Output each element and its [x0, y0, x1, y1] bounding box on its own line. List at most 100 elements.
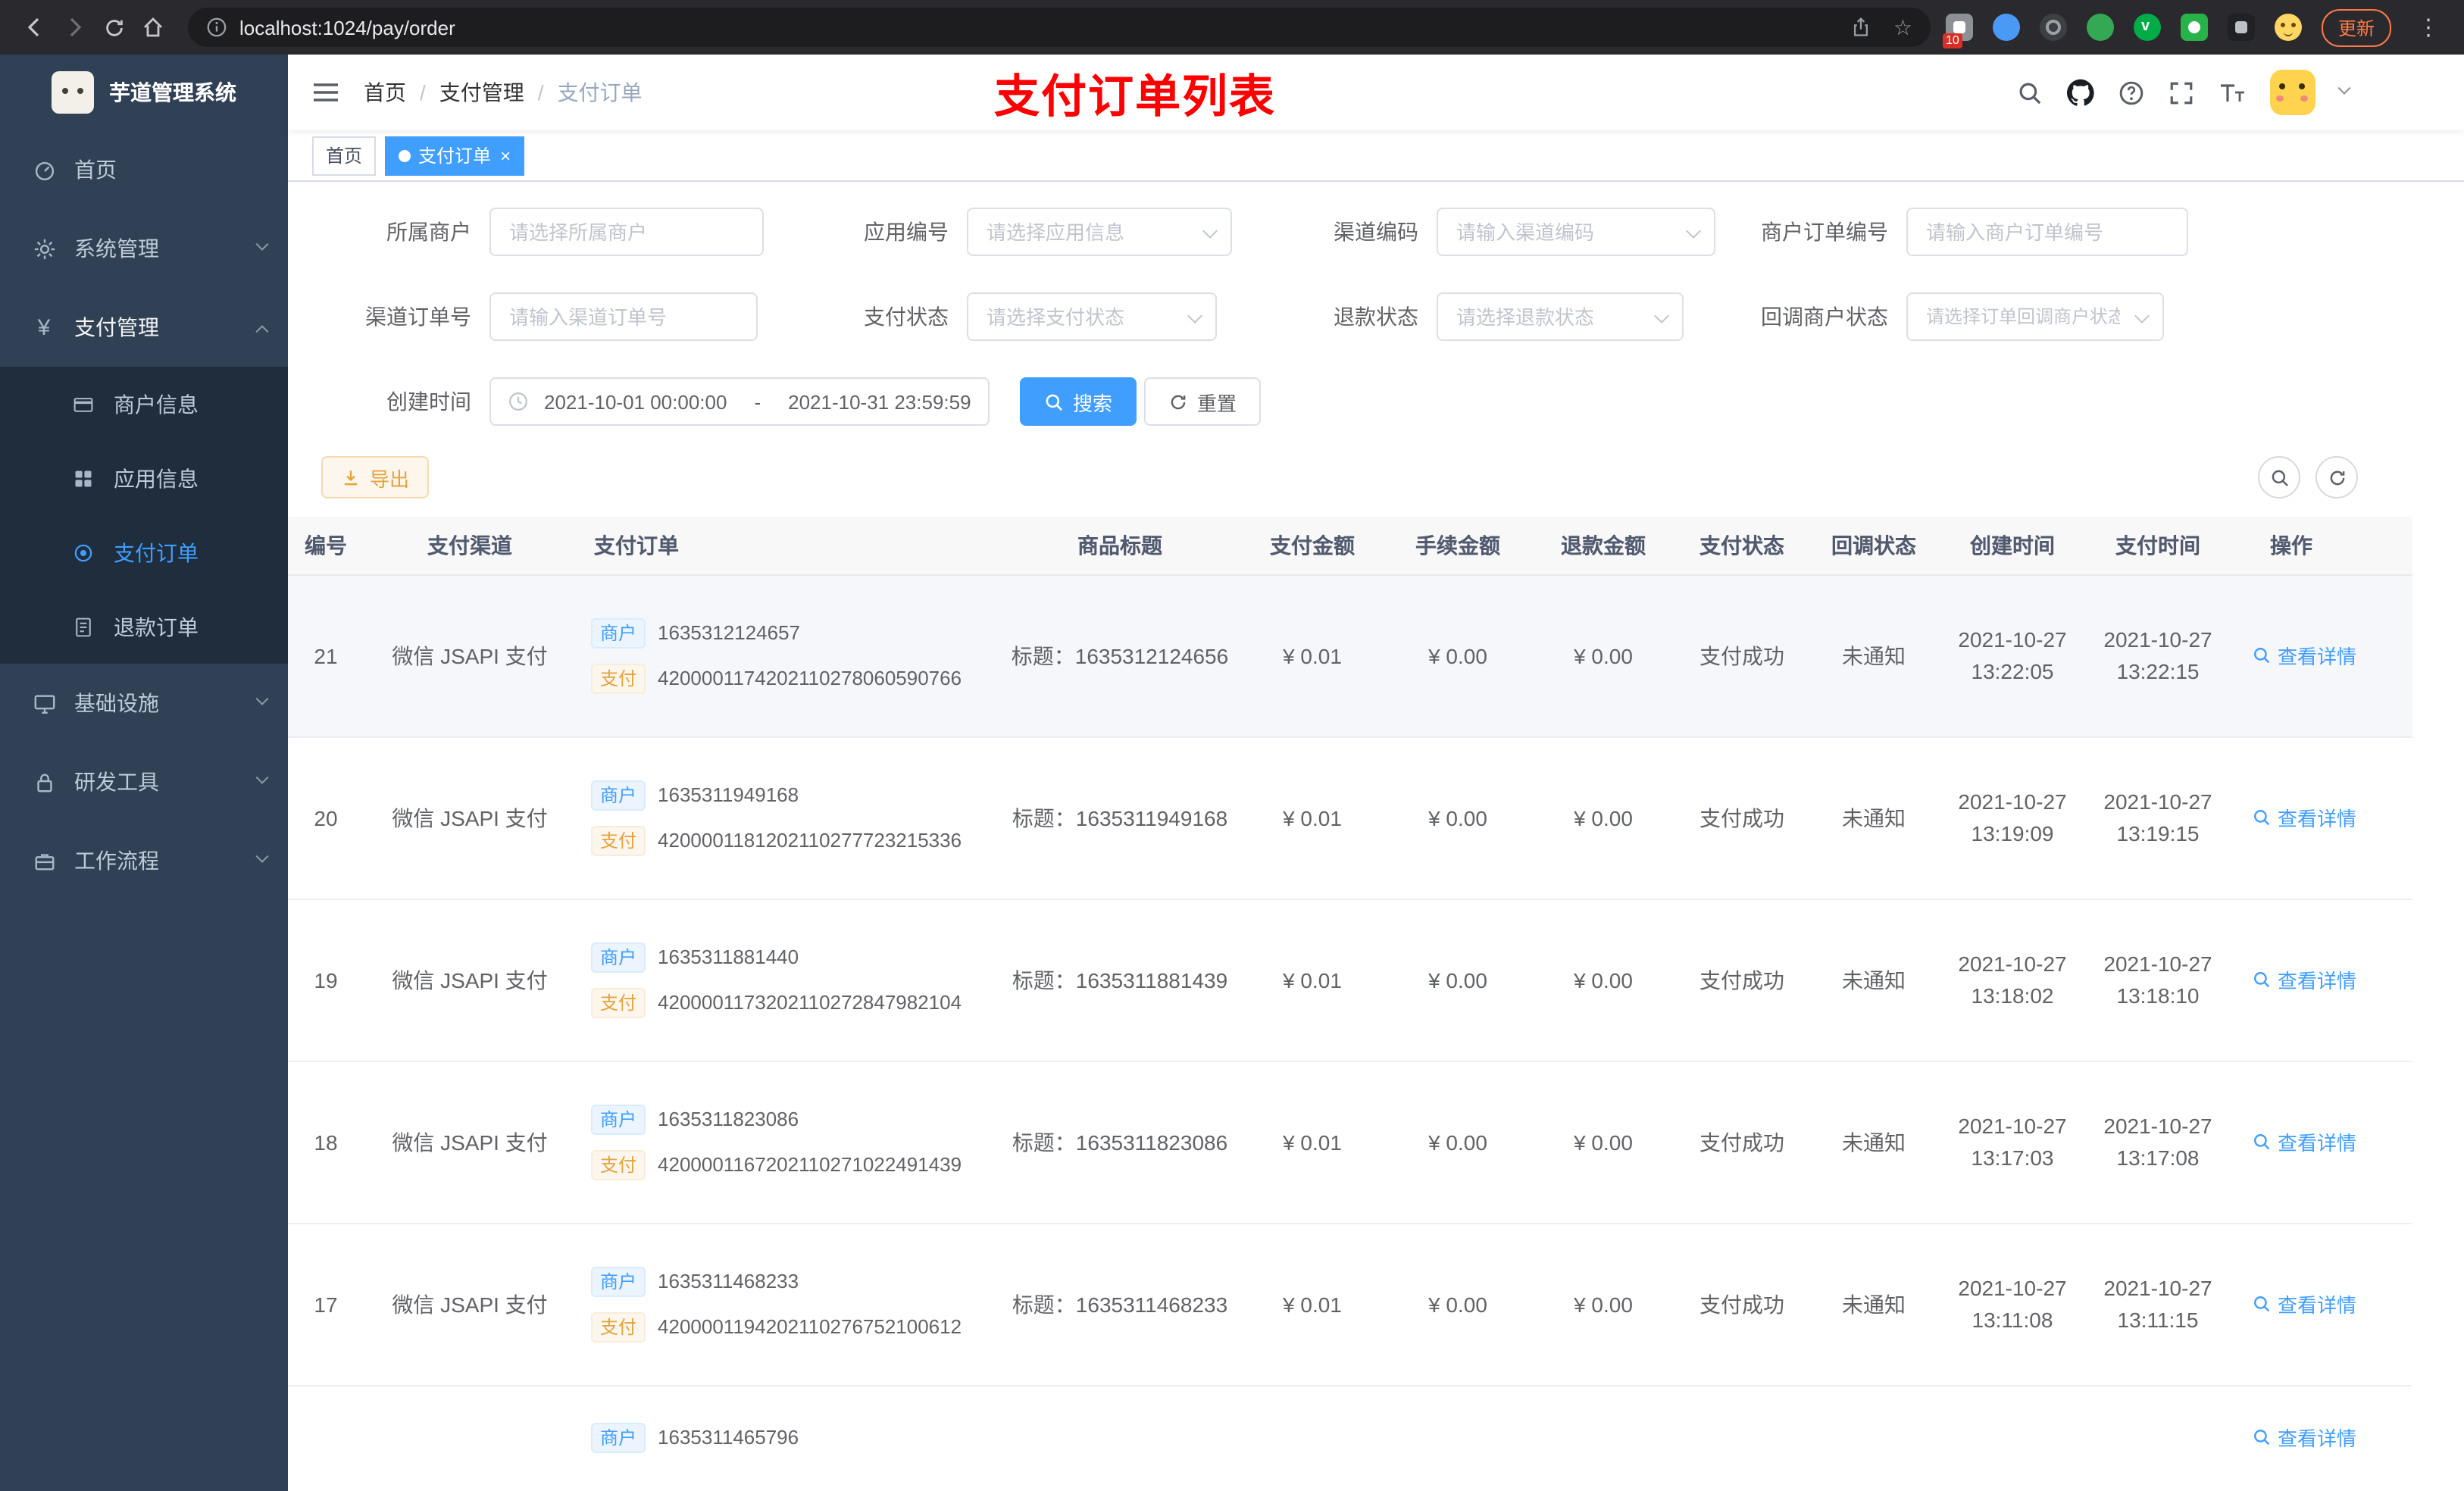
view-detail-link[interactable]: 查看详情	[2252, 803, 2356, 832]
clock-icon	[508, 391, 529, 412]
date-start[interactable]: 2021-10-01 00:00:00	[544, 390, 727, 413]
screen: localhost:1024/pay/order ☆ 10 v 更新 ⋮ 芋道管…	[0, 0, 2464, 1491]
view-detail-link[interactable]: 查看详情	[2252, 1289, 2356, 1318]
url-bar[interactable]: localhost:1024/pay/order ☆	[188, 8, 1931, 47]
column-header: 手续金额	[1385, 517, 1531, 575]
site-info-icon[interactable]	[206, 17, 227, 38]
cell-create-time: 2021-10-27 13:11:08	[1940, 1223, 2085, 1386]
tab-pay-order[interactable]: 支付订单 ×	[385, 136, 525, 175]
logo-avatar	[52, 71, 94, 114]
merchant-badge: 商户	[591, 780, 646, 810]
merchant-badge: 商户	[591, 617, 646, 648]
cell-amount: ¥ 0.01	[1240, 1061, 1385, 1224]
cell-channel: 微信 JSAPI 支付	[364, 899, 576, 1061]
view-detail-link[interactable]: 查看详情	[2252, 1422, 2356, 1451]
table-body: 21 微信 JSAPI 支付 商户 1635312124657 支付 42000…	[288, 574, 2412, 1491]
cell-status: 支付成功	[1676, 574, 1808, 737]
channel-code-select[interactable]	[1437, 208, 1715, 256]
channel-order-no-input[interactable]	[489, 292, 758, 341]
column-header: 回调状态	[1808, 517, 1940, 575]
cell-pay-time: 2021-10-27 13:11:15	[2085, 1223, 2231, 1386]
browser-chrome: localhost:1024/pay/order ☆ 10 v 更新 ⋮	[0, 0, 2464, 55]
extension-icon[interactable]: 10	[1942, 14, 1973, 48]
hamburger-icon[interactable]	[312, 80, 339, 105]
date-range-picker[interactable]: 2021-10-01 00:00:00 - 2021-10-31 23:59:5…	[489, 377, 990, 426]
browser-forward-icon[interactable]	[55, 8, 94, 47]
cell-create-time: 2021-10-27 13:18:02	[1940, 899, 2085, 1061]
breadcrumb-pay-mgmt[interactable]: 支付管理	[439, 77, 524, 108]
sidebar-item-infrastructure[interactable]: 基础设施	[0, 664, 288, 742]
font-size-icon[interactable]	[2219, 81, 2246, 104]
cell-channel: 微信 JSAPI 支付	[364, 574, 576, 737]
cell-create-time: 2021-10-27 13:17:03	[1940, 1061, 2085, 1224]
cell-pay-order: 商户 1635311881440 支付 42000011732021102728…	[576, 899, 1000, 1061]
sidebar-item-dev-tools[interactable]: 研发工具	[0, 742, 288, 821]
bookmark-star-icon[interactable]: ☆	[1893, 14, 1912, 40]
share-icon[interactable]	[1851, 17, 1872, 38]
notify-status-select[interactable]	[1906, 292, 2164, 341]
github-icon[interactable]	[2067, 79, 2094, 106]
pay-badge: 支付	[591, 663, 646, 693]
app-select[interactable]	[967, 208, 1232, 256]
browser-update-button[interactable]: 更新	[2321, 8, 2391, 46]
sidebar-item-app-info[interactable]: 应用信息	[0, 441, 288, 515]
browser-home-icon[interactable]	[133, 8, 173, 47]
sidebar-item-home[interactable]: 首页	[0, 130, 288, 209]
cell-channel	[364, 1385, 576, 1491]
extension-icon[interactable]: v	[2133, 14, 2161, 41]
column-header: 支付订单	[576, 517, 1000, 575]
extension-icon[interactable]	[2039, 14, 2067, 41]
view-detail-link[interactable]: 查看详情	[2252, 965, 2356, 994]
cell-notify: 未通知	[1808, 1223, 1940, 1386]
cell-action: 查看详情	[2231, 1061, 2412, 1224]
extension-icon[interactable]	[2180, 14, 2208, 41]
sidebar-item-pay-order[interactable]: 支付订单	[0, 515, 288, 589]
emoji-extension-icon[interactable]	[2274, 14, 2302, 41]
cell-title	[1000, 1385, 1240, 1491]
briefcase-icon	[30, 849, 58, 872]
orders-table: 编号 支付渠道 支付订单 商品标题 支付金额 手续金额 退款金额 支付状态 回调状态 创建时间 支付…	[288, 517, 2412, 1491]
merchant-input[interactable]	[489, 208, 764, 256]
extension-icon[interactable]	[2227, 14, 2255, 41]
cell-fee: ¥ 0.00	[1385, 899, 1531, 1061]
pay-status-select[interactable]	[967, 292, 1217, 341]
merchant-order-no-input[interactable]	[1906, 208, 2188, 256]
cell-id: 21	[288, 574, 364, 737]
extension-icon[interactable]	[1992, 14, 2020, 41]
help-icon[interactable]	[2118, 80, 2144, 105]
refund-status-select[interactable]	[1437, 292, 1684, 341]
sidebar-item-payment[interactable]: ¥ 支付管理	[0, 288, 288, 367]
refresh-button[interactable]	[2315, 456, 2358, 499]
view-detail-link[interactable]: 查看详情	[2252, 641, 2356, 670]
date-end[interactable]: 2021-10-31 23:59:59	[788, 390, 971, 413]
view-detail-link[interactable]: 查看详情	[2252, 1127, 2356, 1156]
breadcrumb-home[interactable]: 首页	[364, 77, 406, 108]
sidebar-item-workflow[interactable]: 工作流程	[0, 821, 288, 900]
cell-pay-time: 2021-10-27 13:22:15	[2085, 574, 2231, 737]
user-avatar[interactable]	[2270, 70, 2315, 115]
fullscreen-icon[interactable]	[2169, 80, 2194, 105]
sidebar-item-merchant-info[interactable]: 商户信息	[0, 367, 288, 441]
sidebar-item-refund-order[interactable]: 退款订单	[0, 589, 288, 664]
avatar-caret-icon[interactable]	[2337, 81, 2351, 95]
browser-back-icon[interactable]	[15, 8, 55, 47]
reset-button[interactable]: 重置	[1144, 377, 1262, 426]
cell-fee: ¥ 0.00	[1385, 1223, 1531, 1386]
cell-title: 标题：1635311468233	[1000, 1223, 1240, 1386]
search-button[interactable]: 搜索	[1020, 377, 1137, 426]
toggle-search-button[interactable]	[2258, 456, 2300, 499]
merchant-badge: 商户	[591, 1422, 646, 1452]
cell-pay-order: 商户 1635311949168 支付 42000011812021102777…	[576, 736, 1000, 899]
export-button[interactable]: 导出	[321, 456, 430, 499]
browser-reload-icon[interactable]	[94, 8, 133, 47]
monitor-icon	[30, 692, 58, 714]
search-icon[interactable]	[2017, 80, 2043, 105]
cell-action: 查看详情	[2231, 899, 2412, 1061]
tab-close-icon[interactable]: ×	[500, 145, 511, 166]
sidebar-item-system[interactable]: 系统管理	[0, 209, 288, 288]
cell-notify: 未通知	[1808, 1061, 1940, 1224]
browser-menu-icon[interactable]: ⋮	[2411, 14, 2446, 41]
tab-home[interactable]: 首页	[312, 136, 377, 175]
tags-view: 首页 支付订单 ×	[288, 130, 2464, 182]
extension-icon[interactable]	[2086, 14, 2114, 41]
